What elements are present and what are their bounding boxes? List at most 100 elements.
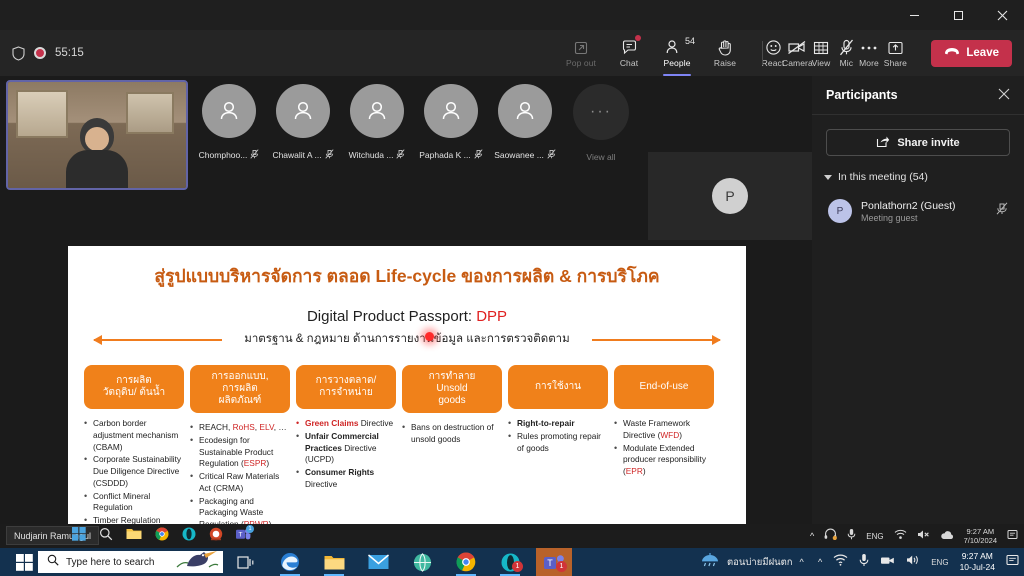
clock[interactable]: 9:27 AM 7/10/2024 [964,527,997,546]
show-hidden-icons-chevron[interactable]: ^ [810,531,814,541]
svg-text:T: T [547,558,553,568]
chat-button[interactable]: Chat [606,31,652,75]
headset-icon[interactable] [824,527,838,545]
language-indicator[interactable]: ENG [931,558,948,567]
teams-icon[interactable]: T 1 [536,548,572,576]
filmstrip-tile[interactable]: Chomphoo... [198,84,259,164]
mic-muted-icon [474,146,483,164]
windows-taskbar: Type here to search 1 T 1 ตอนบ่ายมีฝนตก … [0,548,1024,576]
edge-icon[interactable] [272,548,308,576]
column-header: การออกแบบ, การผลิต ผลิตภัณฑ์ [190,365,290,413]
mic-icon[interactable] [847,527,856,545]
panel-title: Participants [826,88,898,102]
pop-out-icon [573,39,589,57]
action-center-icon[interactable] [1006,553,1019,571]
share-screen-icon [887,39,904,57]
slide-subheading: มาตรฐาน & กฎหมาย ด้านการรายงานข้อมูล และ… [238,330,576,348]
avatar [424,84,478,138]
share-invite-button[interactable]: Share invite [826,129,1010,156]
globe-icon[interactable] [404,548,440,576]
filmstrip-tile[interactable]: Saowanee ... [494,84,556,164]
column-body: Right-to-repair Rules promoting repair o… [508,417,608,454]
language-indicator[interactable]: ENG [866,532,883,541]
participant-meta: Ponlathorn2 (Guest) Meeting guest [861,200,987,223]
rain-icon [700,552,720,573]
participant-name: Chomphoo... [198,150,248,160]
wifi-icon[interactable] [894,527,907,545]
self-video-feed [8,82,186,188]
file-explorer-icon[interactable] [316,548,352,576]
svg-text:T: T [238,531,242,538]
toolbar-divider [762,41,764,65]
weather-widget[interactable]: ตอนบ่ายมีฝนตก ^ [700,548,804,576]
notification-icon[interactable] [1007,527,1018,545]
wifi-icon[interactable] [833,553,848,571]
chrome-icon[interactable] [448,548,484,576]
volume-icon[interactable] [906,553,920,571]
participants-panel-header: Participants [812,76,1024,114]
recording-dot-icon [34,47,46,59]
arrow-right-icon [592,335,721,345]
chevron-up-icon[interactable]: ^ [800,557,804,567]
window-maximize-button[interactable] [936,0,980,30]
view-all-button[interactable]: ··· View all [573,84,629,176]
mic-muted-icon[interactable] [996,202,1008,220]
in-this-meeting-section[interactable]: In this meeting (54) [824,171,1024,183]
mail-icon[interactable] [360,548,396,576]
filmstrip-tile[interactable]: Chawalit A ... [272,84,334,164]
opera-icon[interactable]: 1 [492,548,528,576]
filmstrip-tile[interactable]: Paphada K ... [419,84,483,164]
mic-off-icon [839,39,854,57]
list-item: Carbon border adjustment mechanism (CBAM… [84,417,184,453]
chrome-icon[interactable] [155,527,169,546]
participant-name: Ponlathorn2 (Guest) [861,199,956,212]
teams-icon[interactable]: T 1 [236,524,254,546]
participant-filmstrip: Chomphoo... Chawalit A ... Witchuda ... … [198,84,556,164]
list-item: REACH, RoHS, ELV, … [190,421,290,434]
task-view-icon[interactable] [228,548,264,576]
raise-hand-icon [717,39,733,57]
leave-button[interactable]: Leave [931,39,1012,67]
avatar [276,84,330,138]
column-body: Carbon border adjustment mechanism (CBAM… [84,417,184,527]
participant-row[interactable]: P Ponlathorn2 (Guest) Meeting guest [822,193,1014,229]
search-input[interactable]: Type here to search [38,551,223,573]
meeting-toolbar: 55:15 Pop out Chat 54 People Raise React… [0,30,1024,76]
list-item: Unfair Commercial Practices Directive (U… [296,430,396,466]
powerpoint-icon[interactable] [209,527,223,546]
slide-heading-text: Digital Product Passport: [306,308,477,325]
recording-timer: 55:15 [55,47,84,59]
close-icon[interactable] [998,88,1010,103]
show-hidden-icons-chevron[interactable]: ^ [818,557,822,567]
mic-button[interactable]: Mic [823,31,869,75]
people-count: 54 [684,36,695,46]
column-header: การทำลาย Unsold goods [402,365,502,413]
self-person-silhouette [64,116,130,188]
window-close-button[interactable] [980,0,1024,30]
share-button[interactable]: Share [872,31,918,75]
background-window-2 [126,92,174,134]
opera-icon[interactable] [182,527,196,546]
volume-muted-icon[interactable] [917,527,930,545]
column-body: Waste Framework Directive (WFD) Modulate… [614,417,714,478]
clock[interactable]: 9:27 AM 10-Jul-24 [960,551,995,573]
avatar [202,84,256,138]
more-ellipsis-icon: ··· [573,84,629,140]
raise-hand-button[interactable]: Raise [702,31,748,75]
filmstrip-tile[interactable]: Witchuda ... [349,84,405,164]
pinned-participant-tile[interactable]: P [648,152,812,240]
self-video-tile[interactable] [6,80,188,190]
onedrive-icon[interactable] [940,527,954,545]
camera-button[interactable]: Camera [774,31,820,75]
slide-title: สู่รูปแบบบริหารจัดการ ตลอด Life-cycle ขอ… [154,266,660,286]
windows-start-icon[interactable] [72,526,86,546]
window-minimize-button[interactable] [892,0,936,30]
people-button[interactable]: 54 People [654,31,700,76]
file-explorer-icon[interactable] [126,527,142,545]
mic-icon[interactable] [859,553,869,572]
pop-out-button[interactable]: Pop out [558,31,604,75]
search-placeholder: Type here to search [66,556,155,568]
camera-icon[interactable] [880,553,895,571]
list-item: Critical Raw Materials Act (CRMA) [190,470,290,495]
search-icon[interactable] [99,527,113,546]
